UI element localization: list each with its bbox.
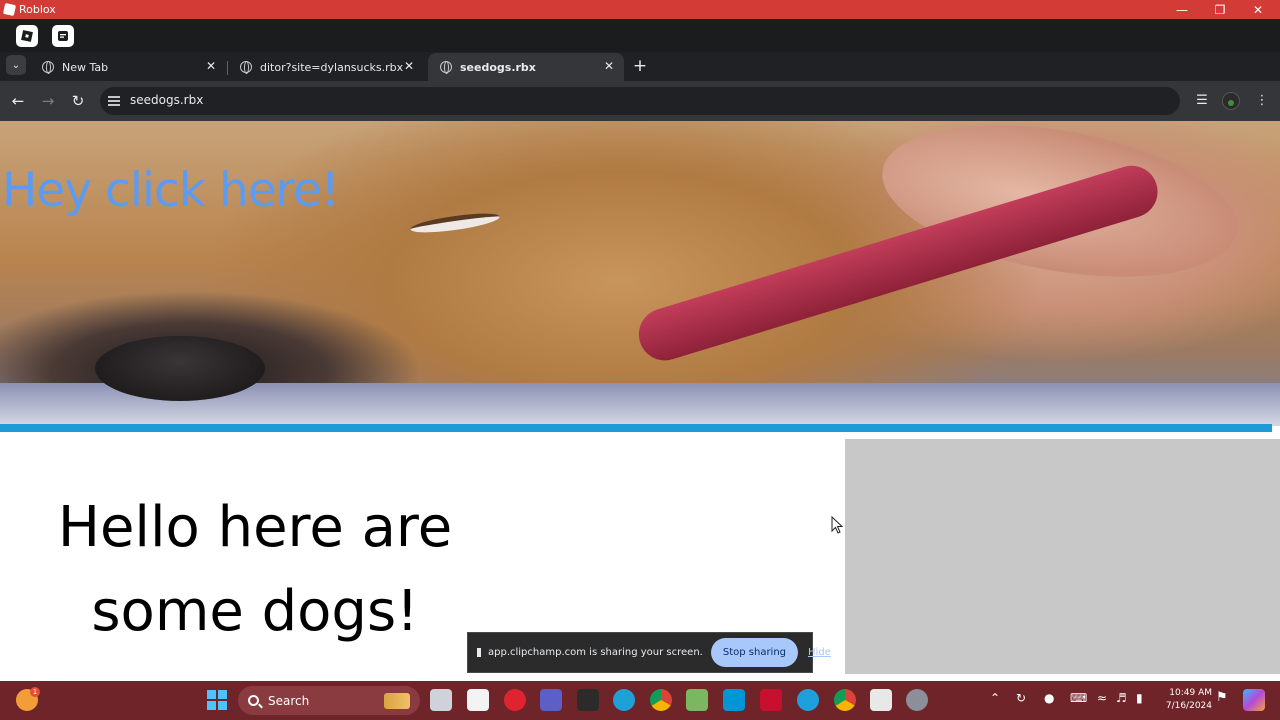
more-vertical-icon: ⋮ [1255,93,1269,108]
chat-icon [58,31,68,41]
reading-list-button[interactable]: ☰ [1192,91,1212,111]
close-tab-icon[interactable]: ✕ [402,59,416,73]
roblox-logo-icon [2,2,17,17]
window-title-bar: Roblox — ❐ ✕ [0,0,1280,19]
forward-button[interactable]: → [38,91,58,111]
restore-button[interactable]: ❐ [1201,0,1239,19]
address-bar[interactable]: seedogs.rbx [100,87,1180,115]
window-title: Roblox [19,3,56,16]
roblox-taskbar-icon[interactable] [870,689,892,711]
browser-menu-button[interactable]: ⋮ [1252,91,1272,111]
mouse-cursor-icon [831,516,844,534]
chrome-profile-icon[interactable] [834,689,856,711]
share-message: app.clipchamp.com is sharing your screen… [488,647,703,658]
page-heading: Hello here are some dogs! [30,486,480,654]
tab-editor[interactable]: ditor?site=dylansucks.rbx ✕ [228,53,424,81]
globe-icon [440,61,452,74]
screen-share-bar: app.clipchamp.com is sharing your screen… [467,632,831,673]
battery-icon[interactable]: ▮ [1136,691,1143,705]
chevron-down-icon: ⌄ [11,59,21,71]
plus-icon: + [632,56,648,76]
sync-icon[interactable]: ↻ [1016,691,1026,705]
address-url[interactable]: seedogs.rbx [130,93,203,107]
opera-icon[interactable] [504,689,526,711]
teams-icon[interactable] [540,689,562,711]
stop-sharing-button[interactable]: Stop sharing [710,638,799,667]
dog-eye [409,209,501,237]
divider-bar [0,424,1272,432]
roblox-app-bar [0,19,1280,52]
web-page: Hey click here! Hello here are some dogs… [0,121,1280,681]
clock-date: 7/16/2024 [1165,701,1212,711]
globe-icon [42,61,54,74]
close-window-button[interactable]: ✕ [1239,0,1277,19]
heading-line-2: some dogs! [91,579,419,644]
mcafee-icon[interactable] [760,689,782,711]
clock-time: 10:49 AM [1169,688,1212,698]
arrow-right-icon: → [41,92,55,110]
hide-button[interactable]: Hide [808,647,831,658]
media-queue-icon: ☰ [1196,93,1208,108]
chat-button[interactable] [52,25,74,47]
new-tab-button[interactable]: + [630,56,650,76]
settings-gear-icon[interactable] [906,689,928,711]
search-label: Search [268,693,310,708]
notification-bell-icon[interactable]: ⚑ [1216,690,1228,705]
tab-search-button[interactable]: ⌄ [6,55,26,75]
edge-icon[interactable] [613,689,635,711]
tab-new-tab[interactable]: New Tab ✕ [30,53,226,81]
pause-icon[interactable] [477,648,481,657]
task-view-icon[interactable] [430,689,452,711]
search-icon [248,695,259,706]
volume-icon[interactable]: ♬ [1116,691,1127,705]
keyboard-icon[interactable]: ⌨ [1070,691,1087,705]
image-placeholder-box [845,439,1280,674]
dog-nose [95,336,265,401]
roblox-logo-icon [21,30,33,42]
profile-avatar[interactable] [1222,92,1240,110]
chrome-icon[interactable] [650,689,672,711]
microsoft-store-icon[interactable] [467,689,489,711]
heading-line-1: Hello here are [57,495,453,560]
roblox-home-button[interactable] [16,25,38,47]
reload-icon: ↻ [71,92,85,110]
tab-seedogs[interactable]: seedogs.rbx ✕ [428,53,624,81]
close-tab-icon[interactable]: ✕ [204,59,218,73]
windows-start-icon[interactable] [206,689,228,711]
hey-click-here-link[interactable]: Hey click here! [2,163,340,218]
windows-taskbar: Search ⌃ ↻ ● ⌨ ≈ ♬ ▮ 10:49 AM 7/16/2024 … [0,681,1280,720]
hp-icon[interactable] [723,689,745,711]
tab-label: seedogs.rbx [460,60,536,74]
globe-icon [240,61,252,74]
copilot-icon[interactable] [1243,689,1265,711]
notification-count-badge: 1 [30,687,40,697]
tab-label: ditor?site=dylansucks.rbx [260,60,404,74]
search-highlight-icon [384,692,410,709]
minecraft-icon[interactable] [686,689,708,711]
help-icon[interactable] [797,689,819,711]
browser-toolbar: ← → ↻ seedogs.rbx ☰ ⋮ [0,81,1280,121]
reload-button[interactable]: ↻ [68,91,88,111]
tab-label: New Tab [62,60,109,74]
arrow-left-icon: ← [11,92,25,110]
wifi-icon[interactable]: ≈ [1097,691,1107,705]
game-app-icon[interactable] [577,689,599,711]
minimize-button[interactable]: — [1163,0,1201,19]
clock[interactable]: 10:49 AM 7/16/2024 [1156,687,1212,713]
tab-strip: ⌄ New Tab ✕ ditor?site=dylansucks.rbx ✕ … [0,52,1280,81]
close-tab-icon[interactable]: ✕ [602,59,616,73]
site-settings-icon[interactable] [108,94,122,108]
chevron-up-icon[interactable]: ⌃ [990,691,1000,705]
taskbar-search[interactable]: Search [238,686,420,715]
back-button[interactable]: ← [8,91,28,111]
microphone-icon[interactable]: ● [1044,691,1054,705]
